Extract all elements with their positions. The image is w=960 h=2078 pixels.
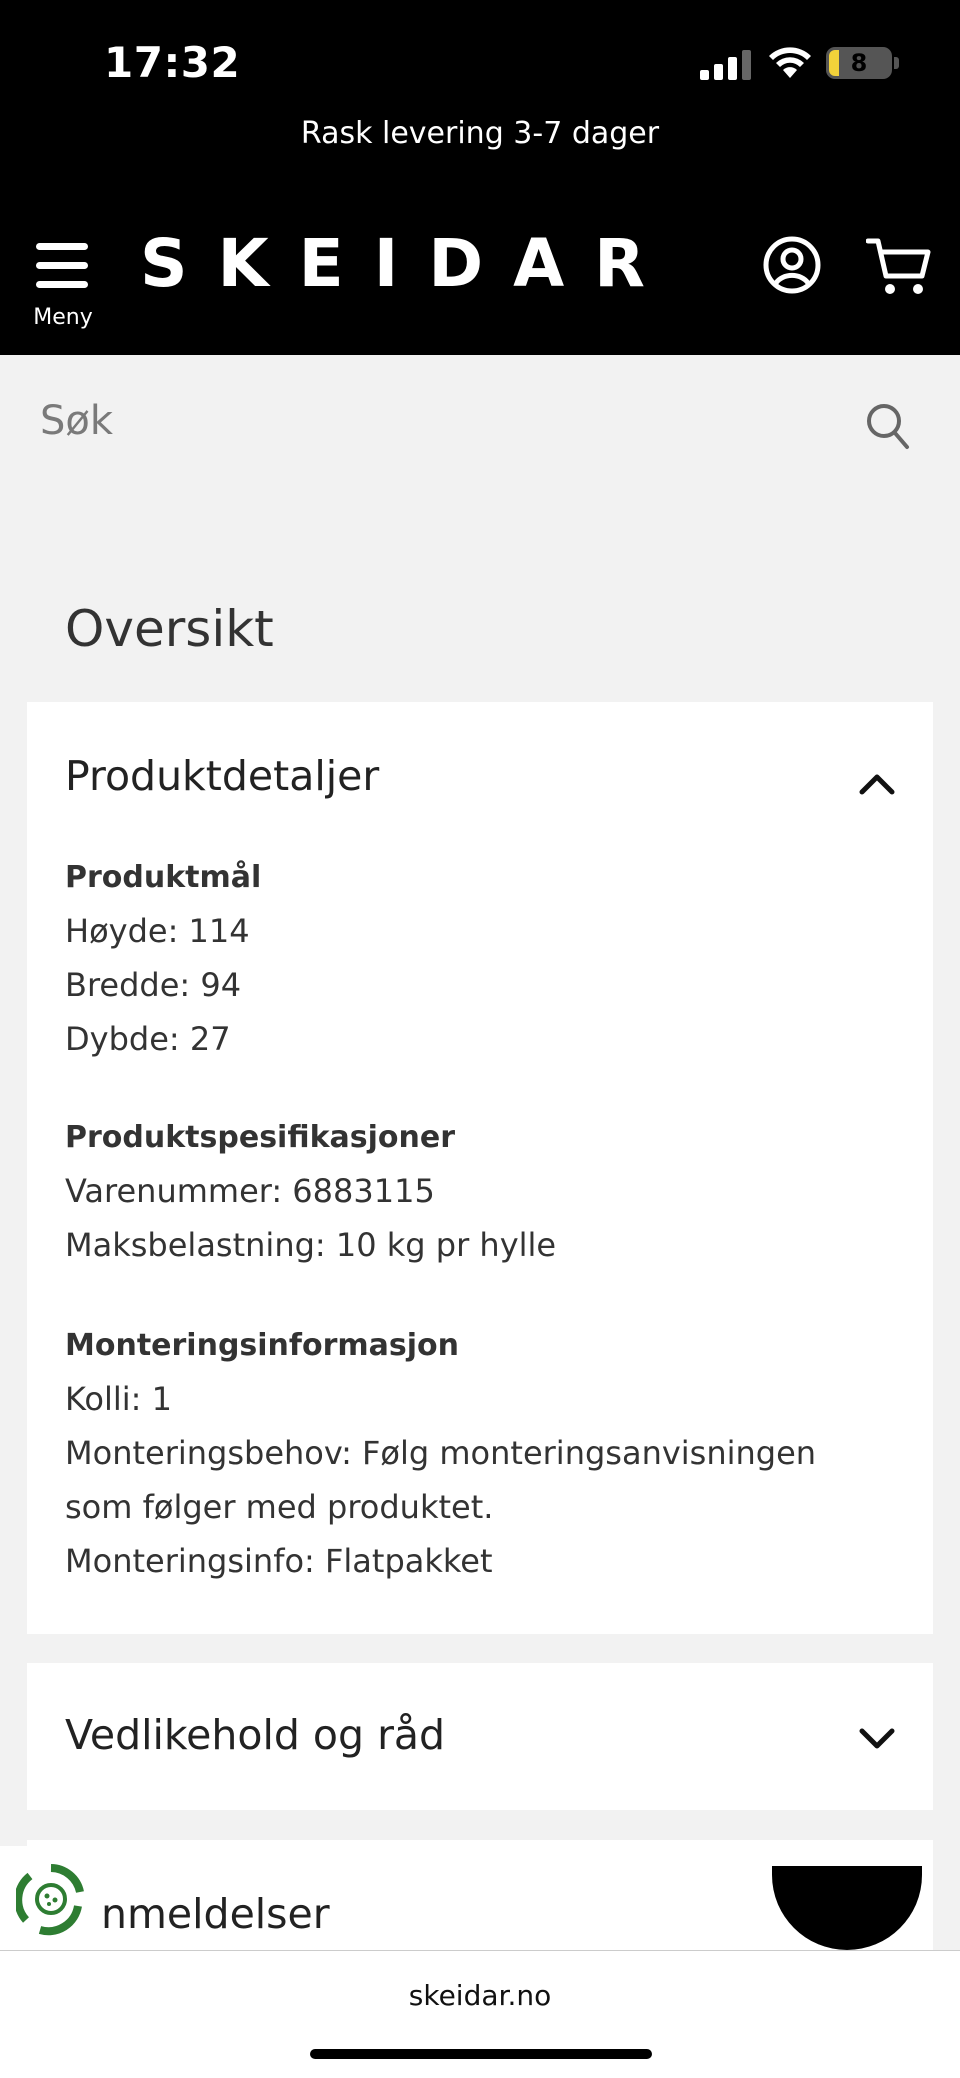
wifi-icon — [769, 47, 811, 78]
spec-line: som følger med produktet. — [65, 1488, 494, 1526]
hamburger-icon — [36, 243, 88, 288]
spec-group-specifications: Produktspesifikasjoner Varenummer: 68831… — [65, 1112, 895, 1272]
site-logo[interactable]: SKEIDAR — [140, 225, 675, 302]
search-input[interactable] — [40, 391, 820, 451]
battery-level: 8 — [850, 49, 868, 77]
battery-icon: 8 — [826, 47, 892, 79]
overview-title: Oversikt — [65, 600, 274, 658]
accordion-title[interactable]: nmeldelser — [101, 1890, 330, 1938]
home-indicator — [310, 2049, 652, 2059]
accordion-title[interactable]: Produktdetaljer — [65, 752, 379, 800]
spec-group-assembly: Monteringsinformasjon Kolli: 1 Montering… — [65, 1320, 895, 1588]
browser-url-bar[interactable]: skeidar.no — [0, 1950, 960, 2078]
search-icon[interactable] — [866, 403, 910, 451]
spec-line: Monteringsbehov: Følg monteringsanvisnin… — [65, 1434, 817, 1472]
account-icon[interactable] — [762, 235, 822, 295]
search-bar — [0, 355, 960, 495]
eco-badge[interactable] — [0, 1846, 100, 1956]
chevron-down-icon[interactable] — [859, 1727, 895, 1751]
status-time: 17:32 — [104, 38, 241, 87]
url-text[interactable]: skeidar.no — [0, 1979, 960, 2012]
status-bar: 17:32 8 — [0, 0, 960, 100]
spec-line: Bredde: 94 — [65, 966, 242, 1004]
site-header: Rask levering 3-7 dager Meny SKEIDAR — [0, 100, 960, 355]
accordion-product-details: Produktdetaljer Produktmål Høyde: 114 Br… — [27, 702, 933, 1634]
signal-icon — [700, 50, 751, 80]
spec-heading: Produktmål — [65, 860, 262, 895]
accordion-maintenance[interactable]: Vedlikehold og råd — [27, 1663, 933, 1810]
spec-heading: Monteringsinformasjon — [65, 1328, 459, 1363]
spec-heading: Produktspesifikasjoner — [65, 1120, 456, 1155]
chevron-up-icon[interactable] — [859, 772, 895, 796]
spec-line: Monteringsinfo: Flatpakket — [65, 1542, 493, 1580]
spec-line: Kolli: 1 — [65, 1380, 172, 1418]
spec-group-dimensions: Produktmål Høyde: 114 Bredde: 94 Dybde: … — [65, 852, 895, 1066]
eco-icon — [16, 1864, 84, 1936]
spec-line: Dybde: 27 — [65, 1020, 231, 1058]
spec-line: Høyde: 114 — [65, 912, 250, 950]
menu-label: Meny — [33, 305, 93, 330]
menu-button[interactable]: Meny — [22, 235, 104, 335]
cart-icon[interactable] — [866, 236, 932, 298]
spec-line: Varenummer: 6883115 — [65, 1172, 435, 1210]
spec-line: Maksbelastning: 10 kg pr hylle — [65, 1226, 557, 1264]
promo-banner[interactable]: Rask levering 3-7 dager — [0, 116, 960, 151]
battery-tip — [894, 57, 899, 69]
accordion-title[interactable]: Vedlikehold og råd — [65, 1711, 445, 1759]
